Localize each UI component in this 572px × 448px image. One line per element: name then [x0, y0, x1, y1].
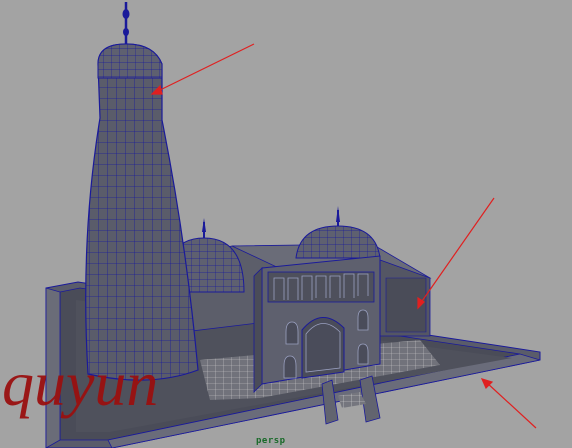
arrow-icon	[417, 197, 495, 310]
minaret-tower[interactable]	[85, 2, 199, 381]
arrow-icon	[150, 43, 255, 95]
maya-perspective-viewport[interactable]: quyun persp	[0, 0, 572, 448]
watermark-text: quyun	[2, 348, 159, 419]
arrow-icon	[480, 378, 537, 429]
camera-label: persp	[256, 436, 286, 446]
dome-right[interactable]	[295, 206, 381, 259]
